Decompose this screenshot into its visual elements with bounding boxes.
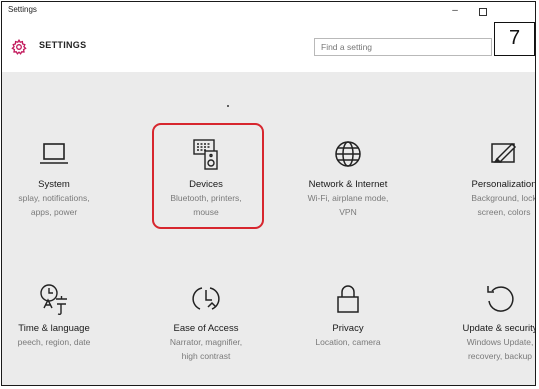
time-language-icon bbox=[40, 284, 67, 316]
window-title: Settings bbox=[8, 5, 37, 14]
personalization-icon bbox=[491, 142, 517, 164]
tile-desc: Windows Update, bbox=[466, 337, 534, 347]
tile-title: Time & language bbox=[18, 323, 90, 334]
tile-desc: Location, camera bbox=[315, 337, 381, 347]
globe-icon bbox=[335, 141, 361, 167]
tile-desc: apps, power bbox=[30, 207, 78, 217]
tile-title: System bbox=[38, 179, 70, 190]
tile-network[interactable]: Network & Internet Wi-Fi, airplane mode,… bbox=[274, 138, 422, 218]
devices-highlight bbox=[152, 123, 264, 229]
tile-desc: peech, region, date bbox=[17, 337, 91, 347]
step-badge: 7 bbox=[494, 22, 535, 56]
tile-time-language[interactable]: Time & language peech, region, date bbox=[2, 282, 128, 350]
maximize-button[interactable] bbox=[479, 8, 487, 16]
tile-desc: Wi-Fi, airplane mode, bbox=[307, 193, 389, 203]
lock-icon bbox=[337, 285, 359, 313]
settings-header: SETTINGS Find a setting bbox=[2, 24, 535, 72]
title-bar: Settings – bbox=[2, 2, 535, 24]
tile-update-security[interactable]: Update & security Windows Update, recove… bbox=[426, 282, 536, 362]
tile-system[interactable]: System splay, notifications, apps, power bbox=[2, 138, 128, 218]
minimize-button[interactable]: – bbox=[448, 5, 462, 17]
tile-desc: Background, lock bbox=[471, 193, 536, 203]
tile-desc: splay, notifications, bbox=[18, 193, 90, 203]
laptop-icon bbox=[40, 143, 68, 164]
tile-title: Network & Internet bbox=[308, 179, 388, 190]
decorative-dot bbox=[227, 105, 229, 107]
search-input[interactable]: Find a setting bbox=[314, 38, 492, 56]
tile-desc: high contrast bbox=[181, 351, 231, 361]
tile-ease-of-access[interactable]: Ease of Access Narrator, magnifier, high… bbox=[132, 282, 280, 362]
ease-of-access-icon bbox=[192, 287, 220, 310]
tile-desc: screen, colors bbox=[477, 207, 531, 217]
tile-desc: recovery, backup bbox=[467, 351, 533, 361]
tile-personalization[interactable]: Personalization Background, lock screen,… bbox=[430, 138, 536, 218]
tile-desc: Narrator, magnifier, bbox=[169, 337, 243, 347]
tile-title: Update & security bbox=[462, 323, 536, 334]
tile-desc: VPN bbox=[339, 207, 357, 217]
update-icon bbox=[487, 286, 514, 312]
tile-title: Ease of Access bbox=[173, 323, 239, 334]
tile-privacy[interactable]: Privacy Location, camera bbox=[274, 282, 422, 350]
search-placeholder: Find a setting bbox=[321, 42, 373, 52]
settings-window: Settings – SETTINGS Find a setting Syste… bbox=[1, 1, 536, 386]
page-title: SETTINGS bbox=[39, 40, 87, 50]
tile-title: Personalization bbox=[471, 179, 536, 190]
gear-icon bbox=[11, 39, 27, 55]
tile-title: Privacy bbox=[332, 323, 364, 334]
